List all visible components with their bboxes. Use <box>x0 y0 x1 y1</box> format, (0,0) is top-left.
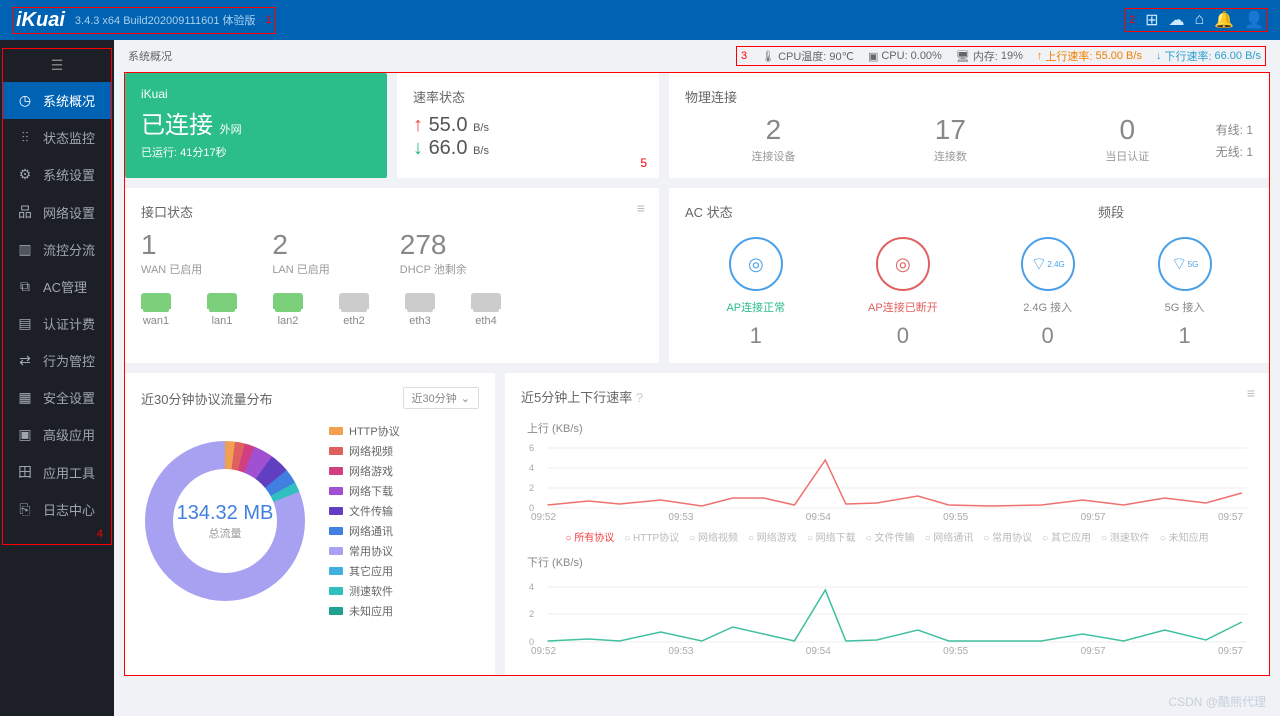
sidebar-item-8[interactable]: ▦安全设置 <box>3 379 111 416</box>
ac-icon: ⌔2.4G <box>1021 237 1075 291</box>
series-toggle[interactable]: ○ 网络游戏 <box>748 529 797 544</box>
connection-card: iKuai 已连接 外网 已运行: 41分17秒 <box>125 73 387 178</box>
sidebar-item-6[interactable]: ▤认证计费 <box>3 305 111 342</box>
sidebar-icon: 田 <box>17 462 33 482</box>
top-header: iKuai 3.4.3 x64 Build202009111601 体验版 1 … <box>0 0 1280 40</box>
ac-icon: ⌔5G <box>1158 237 1212 291</box>
memory-icon: 🖥 <box>956 50 970 63</box>
sidebar-item-9[interactable]: ▣高级应用 <box>3 416 111 453</box>
header-actions: 2 ⊞ ☁ ⌂ 🔔 👤 <box>1125 8 1268 32</box>
interface-card: ≡ 接口状态 1WAN 已启用2LAN 已启用278DHCP 池剩余 wan1l… <box>125 188 659 363</box>
main: ☰ ◷系统概况⫶⫶状态监控⚙系统设置品网络设置▥流控分流⧉AC管理▤认证计费⇄行… <box>0 40 1280 716</box>
speed-card: ≡ 近5分钟上下行速率 ? 上行 (KB/s) 6420 09:5209:530… <box>505 373 1269 675</box>
status-bar: 系统概况 3 🌡CPU温度: 90℃ ▣CPU: 0.00% 🖥内存: 19% … <box>124 40 1270 72</box>
series-toggle[interactable]: ○ 测速软件 <box>1101 529 1150 544</box>
home-icon[interactable]: ⌂ <box>1194 11 1204 29</box>
svg-text:6: 6 <box>529 443 534 453</box>
sidebar-toggle[interactable]: ☰ <box>3 49 111 82</box>
svg-text:2: 2 <box>529 483 534 493</box>
sidebar: ☰ ◷系统概况⫶⫶状态监控⚙系统设置品网络设置▥流控分流⧉AC管理▤认证计费⇄行… <box>0 40 114 716</box>
sidebar-icon: ⎘ <box>17 501 33 518</box>
series-toggle[interactable]: ○ 未知应用 <box>1160 529 1209 544</box>
content: 系统概况 3 🌡CPU温度: 90℃ ▣CPU: 0.00% 🖥内存: 19% … <box>114 40 1280 716</box>
sidebar-icon: ▤ <box>17 315 33 332</box>
port-eth3[interactable]: eth3 <box>405 293 435 327</box>
series-toggle[interactable]: ○ HTTP协议 <box>624 529 679 544</box>
rate-card: 速率状态 ↑ 55.0 B/s ↓ 66.0 B/s 5 <box>397 73 659 178</box>
annotation-5: 5 <box>640 156 647 170</box>
svg-text:2: 2 <box>529 609 534 619</box>
sidebar-icon: ▦ <box>17 389 33 406</box>
help-icon[interactable]: ? <box>636 390 643 405</box>
upload-chart: 6 4 2 0 <box>527 438 1247 512</box>
port-lan1[interactable]: lan1 <box>207 293 237 327</box>
series-toggle[interactable]: ○ 网络视频 <box>689 529 738 544</box>
svg-text:0: 0 <box>529 503 534 512</box>
thermometer-icon: 🌡 <box>761 50 775 63</box>
port-lan2[interactable]: lan2 <box>273 293 303 327</box>
sidebar-icon: ⚙ <box>17 166 33 183</box>
version: 3.4.3 x64 Build202009111601 体验版 <box>75 12 256 28</box>
ac-card: AC 状态 频段 ◎AP连接正常1◎AP连接已断开0⌔2.4G2.4G 接入0⌔… <box>669 188 1269 363</box>
port-eth2[interactable]: eth2 <box>339 293 369 327</box>
svg-text:4: 4 <box>529 582 534 592</box>
bell-icon[interactable]: 🔔 <box>1214 10 1234 30</box>
sidebar-item-2[interactable]: ⚙系统设置 <box>3 156 111 193</box>
annotation-4: 4 <box>3 528 111 544</box>
user-icon[interactable]: 👤 <box>1244 10 1264 30</box>
sidebar-item-4[interactable]: ▥流控分流 <box>3 231 111 268</box>
sidebar-item-11[interactable]: ⎘日志中心 <box>3 491 111 528</box>
sidebar-icon: ⇄ <box>17 352 33 369</box>
arrow-up-icon: ↑ <box>413 114 423 136</box>
sidebar-item-7[interactable]: ⇄行为管控 <box>3 342 111 379</box>
series-toggle[interactable]: ○ 网络通讯 <box>924 529 973 544</box>
sidebar-icon: ⧉ <box>17 278 33 295</box>
cpu-icon: ▣ <box>868 50 878 63</box>
status-metrics: 3 🌡CPU温度: 90℃ ▣CPU: 0.00% 🖥内存: 19% ↑上行速率… <box>736 46 1266 66</box>
donut-legend: HTTP协议网络视频网络游戏网络下载文件传输网络通讯常用协议其它应用测速软件未知… <box>329 419 400 623</box>
series-toggle[interactable]: ○ 常用协议 <box>983 529 1032 544</box>
apps-icon[interactable]: ⊞ <box>1145 10 1158 30</box>
page-title: 系统概况 <box>128 48 172 64</box>
series-toggle[interactable]: ○ 其它应用 <box>1042 529 1091 544</box>
ac-icon: ◎ <box>729 237 783 291</box>
sidebar-icon: ▣ <box>17 426 33 443</box>
brand: iKuai <box>141 87 371 101</box>
series-toggle[interactable]: ○ 网络下载 <box>807 529 856 544</box>
svg-text:0: 0 <box>529 637 534 646</box>
menu-icon[interactable]: ≡ <box>1247 385 1255 401</box>
sidebar-icon: ◷ <box>17 92 33 109</box>
svg-text:4: 4 <box>529 463 534 473</box>
port-wan1[interactable]: wan1 <box>141 293 171 327</box>
sidebar-item-3[interactable]: 品网络设置 <box>3 193 111 231</box>
sidebar-item-5[interactable]: ⧉AC管理 <box>3 268 111 305</box>
chevron-down-icon: ⌄ <box>461 392 470 405</box>
sidebar-icon: ▥ <box>17 241 33 258</box>
arrow-down-icon: ↓ <box>1156 50 1162 62</box>
sidebar-item-0[interactable]: ◷系统概况 <box>3 82 111 119</box>
traffic-card: 近30分钟协议流量分布 近30分钟 ⌄ 134.32 MB总流量 HTTP协议网… <box>125 373 495 675</box>
annotation-1: 1 <box>266 14 272 26</box>
logo: iKuai <box>16 9 65 32</box>
range-select[interactable]: 近30分钟 ⌄ <box>403 387 479 409</box>
header-left: iKuai 3.4.3 x64 Build202009111601 体验版 1 <box>12 7 276 34</box>
sidebar-item-10[interactable]: 田应用工具 <box>3 453 111 491</box>
sidebar-item-1[interactable]: ⫶⫶状态监控 <box>3 119 111 156</box>
menu-icon[interactable]: ≡ <box>637 200 645 216</box>
sidebar-icon: 品 <box>17 202 33 222</box>
annotation-2: 2 <box>1129 14 1135 26</box>
port-eth4[interactable]: eth4 <box>471 293 501 327</box>
arrow-down-icon: ↓ <box>413 137 423 159</box>
watermark: CSDN @酷熊代理 <box>1168 693 1266 710</box>
annotation-3: 3 <box>741 50 747 62</box>
download-chart: 4 2 0 <box>527 572 1247 646</box>
arrow-up-icon: ↑ <box>1037 50 1043 62</box>
series-toggle[interactable]: ○ 文件传输 <box>866 529 915 544</box>
physical-card: 物理连接 2连接设备17连接数0当日认证有线: 1无线: 1 <box>669 73 1269 178</box>
donut-chart: 134.32 MB总流量 <box>145 441 305 601</box>
sidebar-icon: ⫶⫶ <box>17 129 33 146</box>
series-toggle[interactable]: ○ 所有协议 <box>565 529 614 544</box>
cloud-icon[interactable]: ☁ <box>1168 10 1184 30</box>
ac-icon: ◎ <box>876 237 930 291</box>
